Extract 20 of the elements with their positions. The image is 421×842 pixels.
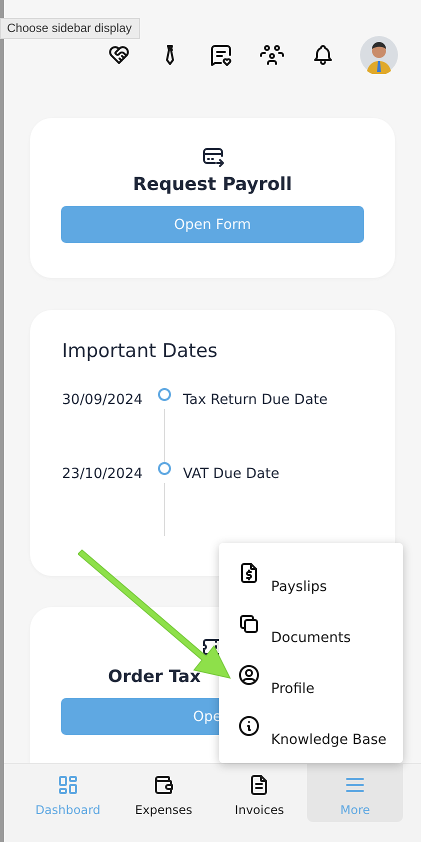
- date-text: 30/09/2024: [62, 391, 144, 408]
- card-title: Order Tax: [108, 667, 201, 687]
- copy-icon: [237, 612, 261, 636]
- card-title: Important Dates: [62, 340, 219, 362]
- menu-item[interactable]: Documents: [237, 604, 403, 655]
- card-title: Request Payroll: [132, 174, 292, 195]
- nav-tab[interactable]: Invoices: [212, 764, 308, 822]
- event-label: VAT Due Date: [183, 465, 280, 482]
- bell-icon[interactable]: [311, 43, 335, 67]
- date-text: 23/10/2024: [62, 465, 144, 482]
- heart-handshake-icon[interactable]: [107, 43, 131, 67]
- info-icon: [237, 714, 261, 738]
- users-icon[interactable]: [260, 43, 284, 67]
- nav-tab[interactable]: Expenses: [116, 764, 212, 822]
- tooltip: Choose sidebar display: [0, 18, 140, 39]
- avatar[interactable]: [360, 36, 398, 74]
- message-heart-icon[interactable]: [209, 43, 233, 67]
- event-label: Tax Return Due Date: [183, 391, 328, 408]
- user-circle-icon: [237, 663, 261, 687]
- menu-item[interactable]: Payslips: [237, 553, 403, 604]
